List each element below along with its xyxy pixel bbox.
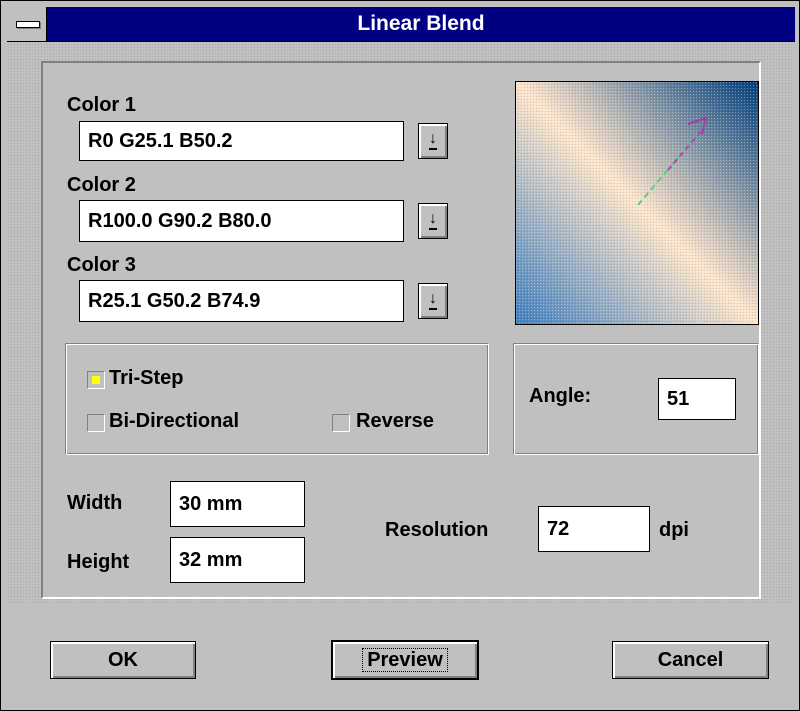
resolution-input[interactable]: 72 (538, 506, 650, 552)
tri-step-label[interactable]: Tri-Step (109, 367, 183, 390)
tri-step-checkbox[interactable] (87, 371, 105, 389)
preview-button-label: Preview (362, 648, 448, 672)
color1-label: Color 1 (67, 94, 136, 116)
dropdown-arrow-icon: ↓ (429, 210, 437, 230)
color1-dropdown-button[interactable]: ↓ (418, 123, 448, 159)
color3-field[interactable]: R25.1 G50.2 B74.9 (79, 280, 404, 322)
dropdown-arrow-icon: ↓ (429, 290, 437, 310)
ok-button[interactable]: OK (50, 641, 196, 679)
dither-overlay (516, 82, 758, 324)
blend-preview[interactable] (515, 81, 759, 325)
height-input[interactable]: 32 mm (170, 537, 305, 583)
resolution-unit: dpi (659, 519, 689, 541)
title-bar[interactable]: Linear Blend (7, 7, 795, 42)
window-title: Linear Blend (357, 12, 485, 35)
system-menu-button[interactable] (7, 7, 47, 41)
height-label: Height (67, 551, 130, 573)
system-menu-icon (16, 21, 40, 28)
preview-button[interactable]: Preview (331, 640, 479, 680)
reverse-checkbox[interactable] (332, 414, 350, 432)
options-group (65, 343, 489, 455)
color1-field[interactable]: R0 G25.1 B50.2 (79, 121, 404, 161)
angle-input[interactable]: 51 (658, 378, 736, 420)
reverse-label[interactable]: Reverse (356, 410, 434, 433)
width-input[interactable]: 30 mm (170, 481, 305, 527)
color3-label: Color 3 (67, 254, 136, 276)
width-label: Width (67, 492, 123, 514)
blend-preview-image (516, 82, 758, 324)
resolution-label: Resolution (385, 519, 489, 541)
cancel-button[interactable]: Cancel (612, 641, 769, 679)
linear-blend-dialog: Linear Blend Color 1 R0 G25.1 B50.2 ↓ Co… (0, 0, 800, 711)
dropdown-arrow-icon: ↓ (429, 130, 437, 150)
color3-dropdown-button[interactable]: ↓ (418, 283, 448, 319)
bi-directional-label[interactable]: Bi-Directional (109, 410, 239, 433)
color2-field[interactable]: R100.0 G90.2 B80.0 (79, 200, 404, 242)
angle-label: Angle: (529, 385, 592, 407)
bi-directional-checkbox[interactable] (87, 414, 105, 432)
color2-label: Color 2 (67, 174, 136, 196)
color2-dropdown-button[interactable]: ↓ (418, 203, 448, 239)
